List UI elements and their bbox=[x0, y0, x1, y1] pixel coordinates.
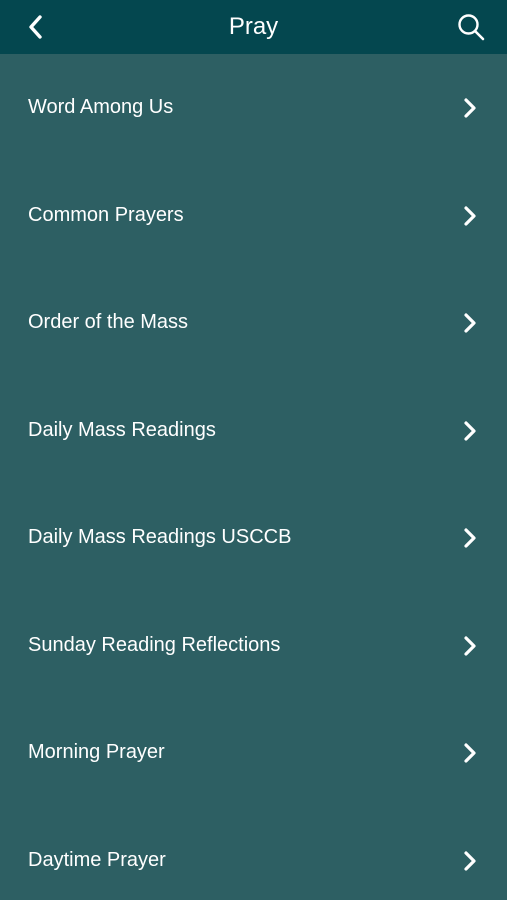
chevron-right-icon bbox=[464, 205, 476, 226]
search-button[interactable] bbox=[449, 7, 493, 47]
page-title: Pray bbox=[228, 13, 279, 40]
menu-item-label: Daily Mass Readings bbox=[28, 418, 216, 441]
menu-item-morning-prayer[interactable]: Morning Prayer bbox=[0, 699, 507, 807]
chevron-right-icon bbox=[464, 743, 476, 763]
menu-item-label: Word Among Us bbox=[28, 96, 174, 118]
menu-item-word-among-us[interactable]: Word Among Us bbox=[0, 54, 507, 162]
prayer-menu-list: Word Among Us Common Prayers Order of th… bbox=[0, 54, 507, 900]
menu-item-sunday-reading-reflections[interactable]: Sunday Reading Reflections bbox=[0, 592, 507, 700]
menu-item-order-of-the-mass[interactable]: Order of the Mass bbox=[0, 269, 507, 377]
chevron-right-icon bbox=[464, 313, 476, 333]
chevron-right-icon bbox=[464, 850, 476, 871]
chevron-right-icon bbox=[464, 420, 476, 441]
menu-item-daytime-prayer[interactable]: Daytime Prayer bbox=[0, 807, 507, 900]
navigation-bar: Pray bbox=[0, 0, 507, 54]
chevron-right-icon bbox=[464, 98, 476, 118]
chevron-right-icon bbox=[464, 528, 476, 548]
menu-item-common-prayers[interactable]: Common Prayers bbox=[0, 162, 507, 270]
menu-item-label: Sunday Reading Reflections bbox=[28, 633, 281, 656]
menu-item-label: Morning Prayer bbox=[28, 741, 165, 763]
menu-item-label: Daytime Prayer bbox=[28, 848, 166, 871]
menu-item-label: Common Prayers bbox=[28, 203, 184, 226]
pray-screen: Pray Word Among Us Common Prayers Order … bbox=[0, 0, 507, 900]
menu-item-daily-mass-readings-usccb[interactable]: Daily Mass Readings USCCB bbox=[0, 484, 507, 592]
menu-item-label: Order of the Mass bbox=[28, 311, 189, 333]
menu-item-label: Daily Mass Readings USCCB bbox=[28, 526, 292, 548]
chevron-right-icon bbox=[464, 635, 476, 656]
menu-item-daily-mass-readings[interactable]: Daily Mass Readings bbox=[0, 377, 507, 485]
search-icon bbox=[458, 14, 485, 41]
